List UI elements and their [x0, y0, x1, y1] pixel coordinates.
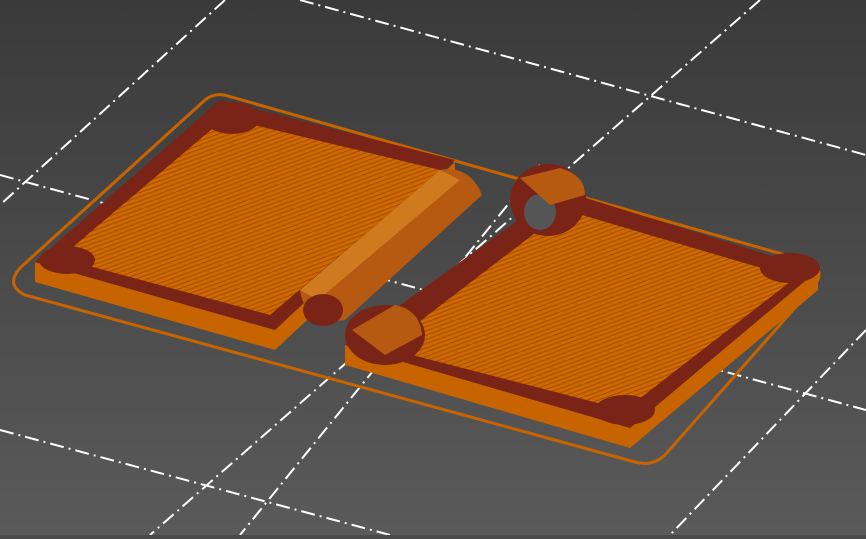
corner-boss	[204, 102, 260, 134]
preview-canvas[interactable]	[0, 0, 866, 536]
corner-boss	[595, 395, 655, 425]
corner-boss	[39, 246, 95, 274]
hinge-knuckle-bottom	[345, 305, 425, 365]
corner-boss	[760, 253, 820, 283]
3d-preview-viewport[interactable]	[0, 0, 866, 536]
hinge-knuckle-top	[510, 164, 586, 236]
